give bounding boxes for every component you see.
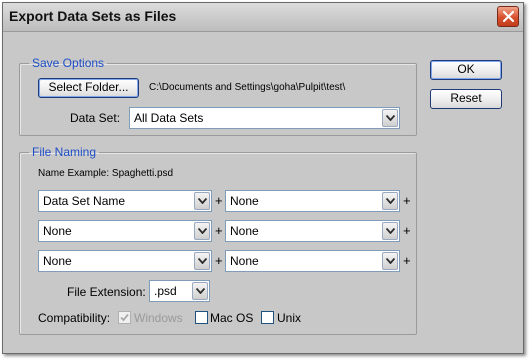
naming-row2-left-select[interactable]: None xyxy=(38,220,212,242)
mac-os-label: Mac OS xyxy=(210,311,254,325)
chevron-down-icon[interactable] xyxy=(382,109,398,127)
naming-row1-right-select[interactable]: None xyxy=(225,190,400,212)
plus-sign: + xyxy=(215,223,223,238)
file-extension-select[interactable]: .psd xyxy=(149,280,210,302)
file-extension-label: File Extension: xyxy=(67,285,146,299)
chevron-down-icon[interactable] xyxy=(382,192,398,210)
save-options-legend: Save Options xyxy=(32,56,105,70)
windows-checkbox[interactable] xyxy=(118,311,131,324)
data-set-select[interactable]: All Data Sets xyxy=(129,107,400,129)
windows-label: Windows xyxy=(134,311,183,325)
chevron-down-icon[interactable] xyxy=(194,222,210,240)
close-icon xyxy=(503,11,514,22)
data-set-value: All Data Sets xyxy=(134,111,204,125)
naming-row3-left-select[interactable]: None xyxy=(38,250,212,272)
select-folder-button[interactable]: Select Folder... xyxy=(38,78,139,98)
ok-button[interactable]: OK xyxy=(430,60,502,80)
export-dialog: Export Data Sets as Files OK Reset Save … xyxy=(2,2,524,354)
naming-row2-right-select[interactable]: None xyxy=(225,220,400,242)
naming-row3-right-select[interactable]: None xyxy=(225,250,400,272)
plus-sign: + xyxy=(403,193,411,208)
naming-row1-left-value: Data Set Name xyxy=(43,194,126,208)
chevron-down-icon[interactable] xyxy=(192,282,208,300)
naming-row1-right-value: None xyxy=(230,194,259,208)
file-extension-value: .psd xyxy=(154,284,177,298)
compatibility-label: Compatibility: xyxy=(38,311,111,325)
naming-row2-right-value: None xyxy=(230,224,259,238)
naming-row2-left-value: None xyxy=(43,224,72,238)
plus-sign: + xyxy=(403,223,411,238)
name-example: Name Example: Spaghetti.psd xyxy=(38,168,174,179)
chevron-down-icon[interactable] xyxy=(194,252,210,270)
chevron-down-icon[interactable] xyxy=(194,192,210,210)
unix-label: Unix xyxy=(277,311,302,325)
folder-path: C:\Documents and Settings\goha\Pulpit\te… xyxy=(149,82,346,93)
reset-button[interactable]: Reset xyxy=(430,89,502,109)
chevron-down-icon[interactable] xyxy=(382,222,398,240)
file-naming-legend: File Naming xyxy=(32,145,97,159)
checkmark-icon xyxy=(120,313,129,322)
plus-sign: + xyxy=(215,193,223,208)
plus-sign: + xyxy=(215,253,223,268)
title-bar[interactable]: Export Data Sets as Files xyxy=(3,3,523,32)
close-button[interactable] xyxy=(497,6,519,27)
data-set-label: Data Set: xyxy=(70,111,121,125)
naming-row3-right-value: None xyxy=(230,254,259,268)
window-title: Export Data Sets as Files xyxy=(9,8,177,24)
mac-os-checkbox[interactable] xyxy=(195,311,208,324)
plus-sign: + xyxy=(403,253,411,268)
naming-row3-left-value: None xyxy=(43,254,72,268)
unix-checkbox[interactable] xyxy=(261,311,274,324)
naming-row1-left-select[interactable]: Data Set Name xyxy=(38,190,212,212)
chevron-down-icon[interactable] xyxy=(382,252,398,270)
